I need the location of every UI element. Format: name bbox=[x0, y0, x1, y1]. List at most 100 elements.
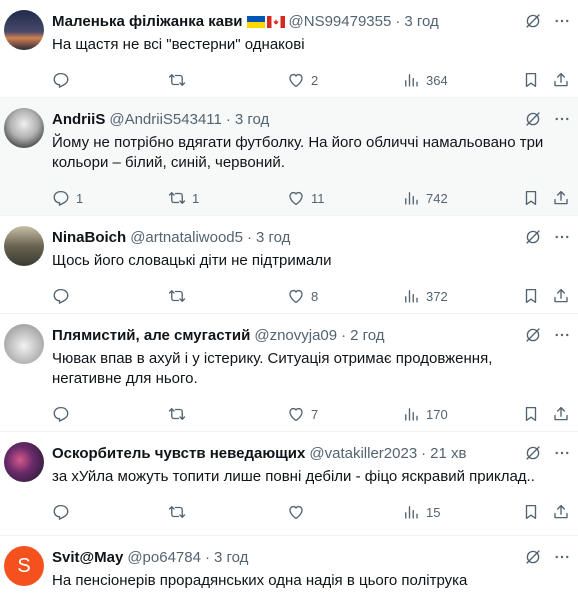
bookmark-icon bbox=[525, 406, 537, 422]
more-icon[interactable] bbox=[552, 228, 572, 246]
display-name[interactable]: Маленька філіжанка кави bbox=[52, 13, 243, 30]
tweet-header: NinaBoich @artnataliwood5 · 3 год bbox=[52, 227, 566, 247]
grok-icon[interactable] bbox=[524, 548, 542, 566]
like-button[interactable]: 11 bbox=[287, 189, 325, 207]
like-icon bbox=[289, 73, 303, 88]
separator-dot: · bbox=[246, 228, 252, 246]
like-count: 2 bbox=[311, 72, 319, 88]
avatar-column bbox=[4, 0, 52, 97]
avatar[interactable] bbox=[4, 324, 44, 364]
view-count: 15 bbox=[426, 504, 441, 520]
display-name[interactable]: Оскорбитель чувств неведающих bbox=[52, 445, 305, 462]
share-button[interactable] bbox=[552, 189, 570, 207]
retweet-button[interactable] bbox=[168, 503, 192, 521]
like-button[interactable]: 2 bbox=[287, 71, 318, 89]
timestamp[interactable]: 3 год bbox=[235, 111, 269, 128]
handle[interactable]: @vatakiller2023 bbox=[309, 445, 417, 462]
handle[interactable]: @NS99479355 bbox=[289, 13, 392, 30]
timestamp[interactable]: 3 год bbox=[404, 13, 438, 30]
views-icon bbox=[405, 408, 418, 421]
grok-icon[interactable] bbox=[524, 444, 542, 462]
grok-icon[interactable] bbox=[524, 12, 542, 30]
bookmark-button[interactable] bbox=[522, 71, 540, 89]
views-icon bbox=[405, 290, 418, 303]
tweet[interactable]: NinaBoich @artnataliwood5 · 3 год Щось й… bbox=[0, 216, 578, 314]
retweet-icon bbox=[168, 192, 186, 204]
like-button[interactable] bbox=[287, 503, 311, 521]
reply-button[interactable] bbox=[52, 503, 76, 521]
tweet-body: Оскорбитель чувств неведающих @vatakille… bbox=[52, 432, 578, 535]
views-button[interactable]: 15 bbox=[402, 503, 440, 521]
handle[interactable]: @znovyja09 bbox=[254, 327, 337, 344]
reply-button[interactable] bbox=[52, 405, 76, 423]
avatar[interactable]: S bbox=[4, 546, 44, 586]
tweet[interactable]: Маленька філіжанка кави @NS99479355 · 3 … bbox=[0, 0, 578, 98]
like-icon bbox=[289, 505, 303, 520]
tweet-header: AndriiS @AndriiS543411 · 3 год bbox=[52, 109, 566, 129]
more-icon[interactable] bbox=[552, 444, 572, 462]
reply-button[interactable] bbox=[52, 71, 76, 89]
like-icon bbox=[289, 407, 303, 422]
view-count: 170 bbox=[426, 406, 448, 422]
retweet-button[interactable] bbox=[168, 287, 192, 305]
display-name[interactable]: AndriiS bbox=[52, 111, 105, 128]
display-name[interactable]: Svit@May bbox=[52, 549, 123, 566]
action-bar: 7 170 bbox=[52, 395, 568, 435]
more-icon[interactable] bbox=[552, 548, 572, 566]
share-button[interactable] bbox=[552, 503, 570, 521]
separator-dot: · bbox=[341, 326, 347, 344]
avatar-letter: S bbox=[17, 554, 31, 577]
retweet-button[interactable] bbox=[168, 71, 192, 89]
tweet[interactable]: S Svit@May @po64784 · 3 год На пенсіонер… bbox=[0, 536, 578, 599]
more-icon[interactable] bbox=[552, 12, 572, 30]
views-button[interactable]: 372 bbox=[402, 287, 448, 305]
bookmark-button[interactable] bbox=[522, 503, 540, 521]
separator-dot: · bbox=[225, 110, 231, 128]
views-button[interactable]: 364 bbox=[402, 71, 448, 89]
timestamp[interactable]: 21 хв bbox=[430, 445, 466, 462]
grok-icon[interactable] bbox=[524, 326, 542, 344]
handle[interactable]: @AndriiS543411 bbox=[109, 111, 222, 128]
grok-icon[interactable] bbox=[524, 228, 542, 246]
retweet-icon bbox=[168, 74, 186, 86]
like-button[interactable]: 7 bbox=[287, 405, 318, 423]
retweet-button[interactable] bbox=[168, 405, 192, 423]
bookmark-icon bbox=[525, 288, 537, 304]
separator-dot: · bbox=[421, 444, 427, 462]
bookmark-button[interactable] bbox=[522, 287, 540, 305]
timestamp[interactable]: 2 год bbox=[350, 327, 384, 344]
retweet-button[interactable]: 1 bbox=[168, 189, 199, 207]
tweet[interactable]: Оскорбитель чувств неведающих @vatakille… bbox=[0, 432, 578, 536]
more-icon[interactable] bbox=[552, 326, 572, 344]
reply-button[interactable]: 1 bbox=[52, 189, 83, 207]
display-name[interactable]: NinaBoich bbox=[52, 229, 126, 246]
tweet[interactable]: AndriiS @AndriiS543411 · 3 год Йому не п… bbox=[0, 98, 578, 216]
reply-button[interactable] bbox=[52, 287, 76, 305]
share-icon bbox=[554, 504, 568, 519]
like-button[interactable]: 8 bbox=[287, 287, 318, 305]
bookmark-button[interactable] bbox=[522, 189, 540, 207]
handle[interactable]: @po64784 bbox=[127, 549, 201, 566]
tweet-text: Щось його словацькі діти не підтримали bbox=[52, 252, 332, 269]
bookmark-button[interactable] bbox=[522, 405, 540, 423]
bookmark-icon bbox=[525, 72, 537, 88]
share-button[interactable] bbox=[552, 287, 570, 305]
avatar[interactable] bbox=[4, 108, 44, 148]
share-button[interactable] bbox=[552, 405, 570, 423]
handle[interactable]: @artnataliwood5 bbox=[130, 229, 243, 246]
share-button[interactable] bbox=[552, 71, 570, 89]
views-button[interactable]: 170 bbox=[402, 405, 448, 423]
like-count: 11 bbox=[311, 190, 325, 206]
tweet-text: Йому не потрібно вдягати футболку. На йо… bbox=[52, 134, 544, 171]
tweet[interactable]: Плямистий, але смугастий @znovyja09 · 2 … bbox=[0, 314, 578, 432]
avatar[interactable] bbox=[4, 442, 44, 482]
timestamp[interactable]: 3 год bbox=[256, 229, 290, 246]
timestamp[interactable]: 3 год bbox=[214, 549, 248, 566]
views-button[interactable]: 742 bbox=[402, 189, 448, 207]
display-name[interactable]: Плямистий, але смугастий bbox=[52, 327, 250, 344]
avatar[interactable] bbox=[4, 10, 44, 50]
tweet-body: AndriiS @AndriiS543411 · 3 год Йому не п… bbox=[52, 98, 578, 215]
grok-icon[interactable] bbox=[524, 110, 542, 128]
more-icon[interactable] bbox=[552, 110, 572, 128]
avatar[interactable] bbox=[4, 226, 44, 266]
